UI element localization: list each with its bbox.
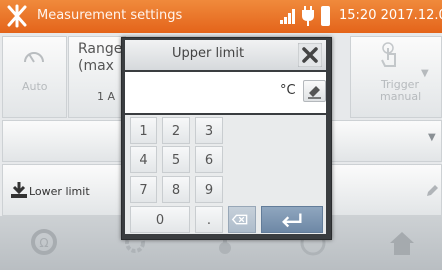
svg-text:Ω: Ω	[39, 236, 48, 250]
key-3[interactable]: 3	[195, 117, 223, 144]
key-7[interactable]: 7	[130, 176, 157, 203]
window-title: Measurement settings	[37, 8, 183, 23]
value-input[interactable]	[125, 72, 326, 113]
status-bar: Measurement settings 15:20 2017.12.06	[0, 0, 442, 33]
clock: 15:20 2017.12.06	[339, 8, 442, 23]
key-9[interactable]: 9	[195, 176, 223, 203]
trigger-label: Trigger manual	[380, 78, 422, 103]
measure-icon[interactable]: Ω	[30, 228, 60, 258]
close-icon[interactable]	[298, 43, 322, 67]
key-6[interactable]: 6	[195, 146, 223, 173]
home-icon[interactable]	[387, 228, 417, 258]
enter-button[interactable]	[261, 206, 323, 233]
hand-touch-icon	[381, 42, 396, 67]
key-8[interactable]: 8	[162, 176, 190, 203]
key-5[interactable]: 5	[162, 146, 190, 173]
unit-label: °C	[280, 83, 296, 98]
key-decimal[interactable]: .	[195, 206, 223, 233]
gauge-icon	[24, 52, 44, 63]
backspace-icon	[231, 214, 248, 225]
backspace-button[interactable]	[228, 206, 256, 233]
range-value: 1 A	[97, 90, 116, 103]
enter-icon	[282, 213, 302, 228]
pencil-icon[interactable]	[425, 184, 439, 198]
key-4[interactable]: 4	[130, 146, 157, 173]
lower-limit-label: Lower limit	[29, 185, 90, 198]
key-2[interactable]: 2	[162, 117, 190, 144]
chevron-down-icon[interactable]: ▼	[428, 132, 436, 143]
signal-icon	[280, 9, 295, 24]
download-arrow-icon	[11, 182, 27, 198]
dialog-title: Upper limit	[171, 46, 245, 61]
erase-button[interactable]	[303, 80, 326, 102]
eraser-icon	[308, 86, 321, 99]
battery-icon	[321, 6, 330, 26]
auto-label: Auto	[22, 80, 48, 93]
tool-logo-icon	[7, 4, 27, 28]
range-label: Range (max	[78, 41, 123, 74]
key-1[interactable]: 1	[130, 117, 157, 144]
key-0[interactable]: 0	[130, 206, 190, 233]
chevron-down-icon: ▼	[421, 68, 429, 79]
plug-icon	[302, 6, 314, 26]
